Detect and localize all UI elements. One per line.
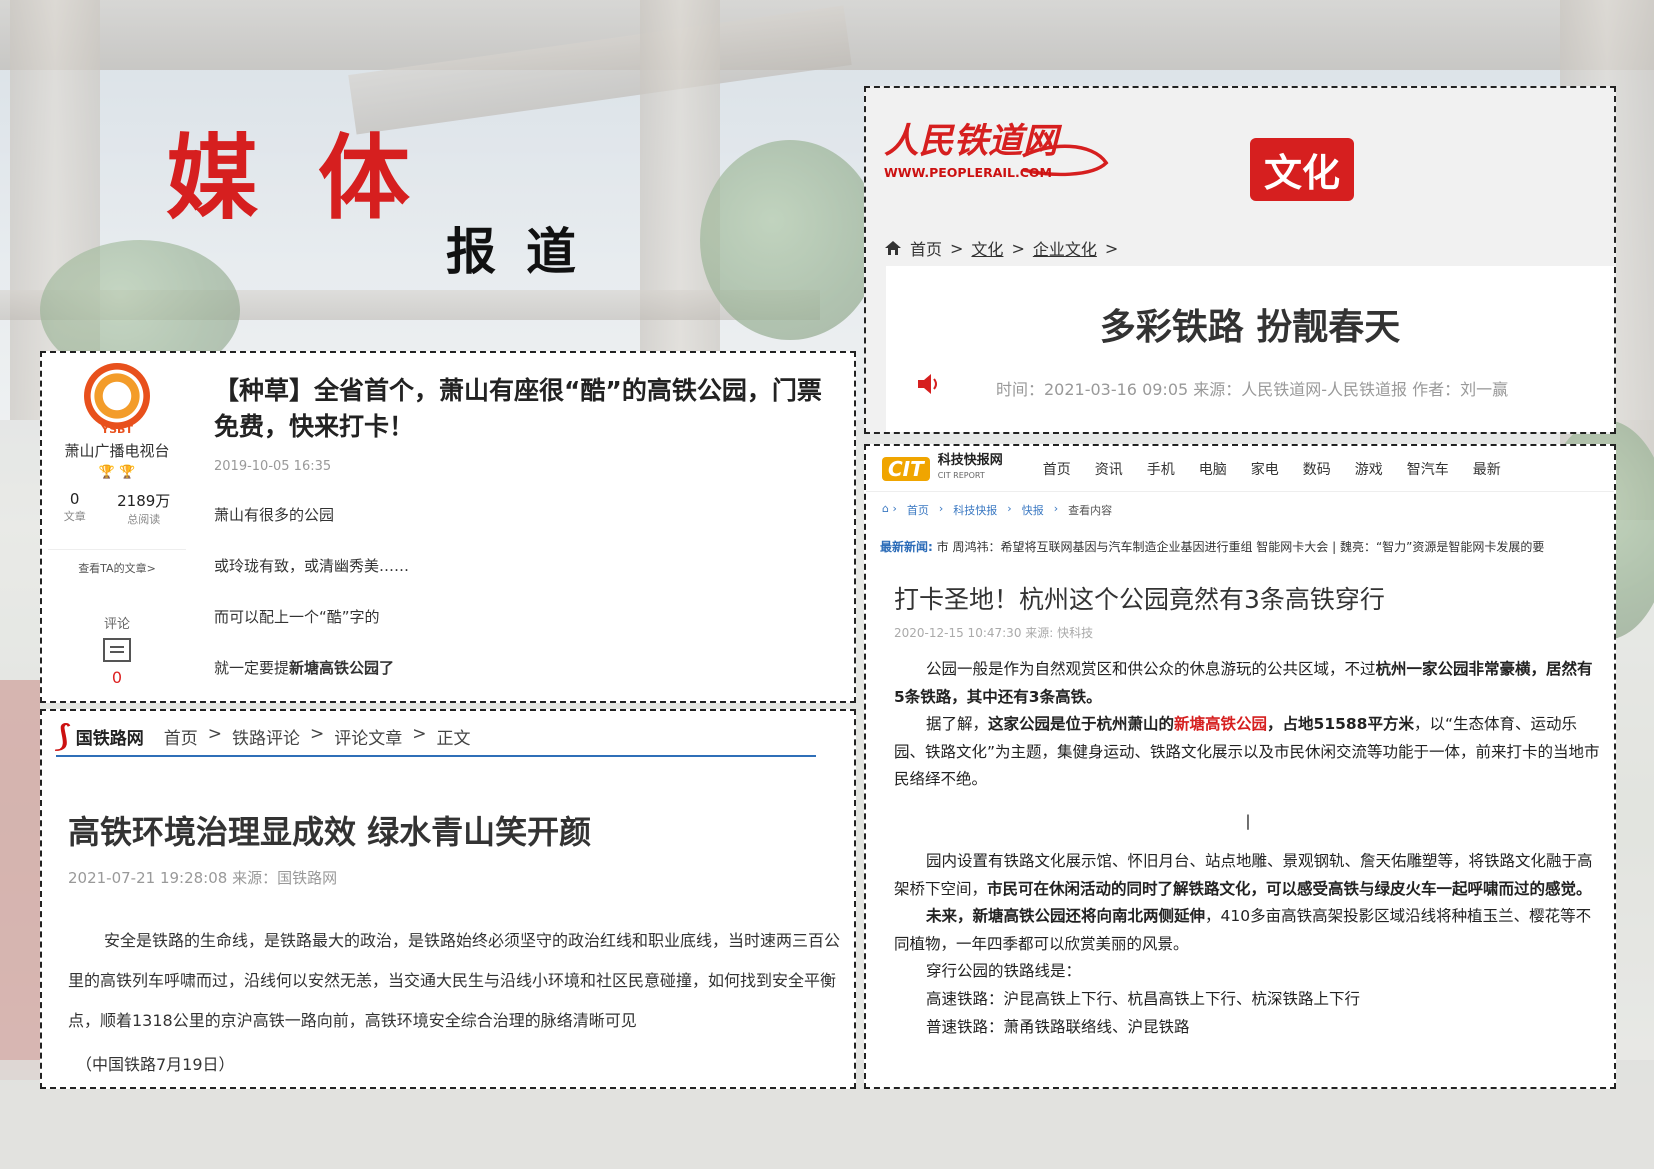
top-nav: CIT 科技快报网 CIT REPORT 首页 资讯 手机 电脑 家电 数码 游戏…	[866, 446, 1614, 492]
clipping-guotielu: ⟆ 国铁路网 首页 > 铁路评论 > 评论文章 > 正文 高铁环境治理显成效 绿…	[40, 709, 856, 1089]
article-paragraph: 公园一般是作为自然观赏区和供公众的休息游玩的公共区域，不过杭州一家公园非常豪横，…	[894, 660, 1593, 706]
article-meta: 2020-12-15 10:47:30 来源: 快科技	[894, 626, 1094, 640]
news-ticker[interactable]: 最新新闻: 市 周鸿祎：希望将互联网基因与汽车制造企业基因进行重组 智能网卡大会…	[880, 538, 1544, 555]
nav-item-appliance[interactable]: 家电	[1251, 459, 1279, 479]
peoplerail-logo[interactable]: 人民铁道网 WWW.PEOPLERAIL.COM	[884, 104, 1134, 194]
article-body: 公园一般是作为自然观赏区和供公众的休息游玩的公共区域，不过杭州一家公园非常豪横，…	[894, 656, 1602, 1041]
station-logo	[84, 363, 150, 429]
heading-media: 媒体	[166, 125, 471, 232]
clipping-cit: CIT 科技快报网 CIT REPORT 首页 资讯 手机 电脑 家电 数码 游戏…	[864, 444, 1616, 1089]
stat-articles-value: 0	[69, 490, 80, 508]
home-icon[interactable]	[884, 240, 902, 256]
article-paragraph: 未来，新塘高铁公园还将向南北两侧延伸，410多亩高铁高架投影区域沿线将种植玉兰、…	[894, 907, 1592, 953]
article-paragraph: 萧山有很多的公园	[214, 506, 335, 524]
nav-item-pc[interactable]: 电脑	[1199, 459, 1227, 479]
crumb-home[interactable]: 首页	[910, 236, 942, 260]
guotielu-logo[interactable]: ⟆ 国铁路网	[56, 719, 144, 754]
article-body: 安全是铁路的生命线，是铁路最大的政治，是铁路始终必须坚守的政治红线和职业底线，当…	[68, 931, 841, 1030]
news-ticker-text[interactable]: 市 周鸿祎：希望将互联网基因与汽车制造企业基因进行重组 智能网卡大会 | 魏亮：…	[937, 540, 1545, 554]
crumb-cit[interactable]: 科技快报	[953, 502, 997, 518]
article-main: 【种草】全省首个，萧山有座很“酷”的高铁公园，门票免费，快来打卡！ 2019-1…	[214, 373, 844, 678]
peoplerail-logo-url: WWW.PEOPLERAIL.COM	[884, 165, 1052, 180]
nav-item-phone[interactable]: 手机	[1147, 459, 1175, 479]
stat-reads-value: 2189万	[117, 492, 171, 510]
comment-label: 评论	[103, 617, 130, 632]
article-body: 多彩铁路 扮靓春天 时间：2021-03-16 09:05 来源：人民铁道网-人…	[886, 266, 1614, 432]
park-name: 新塘高铁公园了	[289, 659, 395, 677]
nav-menu: 首页 资讯 手机 电脑 家电 数码 游戏 智汽车 最新	[1043, 459, 1501, 479]
article-paragraph: 穿行公园的铁路线是：	[926, 962, 1082, 981]
crumb-view: 查看内容	[1068, 504, 1113, 517]
crumb-home[interactable]: 首页	[907, 502, 929, 518]
rail-logo-icon: ⟆	[56, 718, 70, 754]
breadcrumb: 首页 > 文化 > 企业文化 >	[884, 236, 1118, 260]
article-paragraph: 普速铁路：萧甬铁路联络线、沪昆铁路	[926, 1017, 1190, 1036]
account-card: YSBT 萧山广播电视台 🏆 🏆 0 文章 2189万 总阅读 查看TA的文章>	[48, 359, 186, 609]
nav-item-smart-car[interactable]: 智汽车	[1407, 459, 1449, 479]
medal-icons: 🏆 🏆	[98, 465, 136, 480]
crumb-corp-culture[interactable]: 企业文化	[1033, 236, 1097, 260]
article-date: 2019-10-05 16:35	[214, 459, 332, 474]
crumb-rail-comment[interactable]: 铁路评论	[232, 724, 300, 749]
crumb-home[interactable]: 首页	[164, 724, 198, 749]
article-paragraph: 或玲珑有致，或清幽秀美……	[214, 557, 410, 575]
breadcrumb: 首页 > 铁路评论 > 评论文章 > 正文	[163, 723, 471, 749]
article-meta: 2021-07-21 19:28:08 来源：国铁路网	[68, 869, 338, 887]
home-icon[interactable]: ⌂ ›	[882, 502, 897, 518]
stat-reads-label: 总阅读	[127, 513, 161, 526]
section-badge-culture[interactable]: 文化	[1250, 138, 1355, 201]
article-paragraph: 而可以配上一个“酷”字的	[214, 608, 380, 626]
article-paragraph: 高速铁路：沪昆高铁上下行、杭昌高铁上下行、杭深铁路上下行	[926, 989, 1361, 1008]
cit-logo-name: 科技快报网	[937, 453, 1003, 468]
crumb-flash[interactable]: 快报	[1022, 502, 1044, 518]
clipping-xiaoshan: YSBT 萧山广播电视台 🏆 🏆 0 文章 2189万 总阅读 查看TA的文章> 评…	[40, 351, 856, 703]
account-name[interactable]: 萧山广播电视台	[48, 440, 186, 461]
article-title: 多彩铁路 扮靓春天	[1099, 307, 1401, 348]
article-paragraph: 据了解，这家公园是位于杭州萧山的新塘高铁公园，占地51588平方米，以“生态体育…	[894, 715, 1600, 789]
crumb-comment-article[interactable]: 评论文章	[334, 724, 402, 749]
nav-item-home[interactable]: 首页	[1043, 459, 1071, 479]
text-cursor: |	[1245, 811, 1251, 830]
comment-count: 0	[111, 668, 123, 687]
comment-icon[interactable]	[103, 638, 131, 662]
nav-item-games[interactable]: 游戏	[1355, 459, 1383, 479]
site-header: ⟆ 国铁路网 首页 > 铁路评论 > 评论文章 > 正文	[56, 717, 816, 757]
breadcrumb: ⌂ › 首页 › 科技快报 › 快报 › 查看内容	[882, 502, 1113, 518]
stat-articles-label: 文章	[63, 510, 86, 523]
article-source: （中国铁路7月19日）	[76, 1055, 235, 1074]
crumb-main-text: 正文	[436, 728, 471, 749]
cit-logo-en: CIT REPORT	[937, 471, 985, 480]
news-ticker-label: 最新新闻:	[880, 540, 933, 554]
article-paragraph: 园内设置有铁路文化展示馆、怀旧月台、站点地雕、景观钢轨、詹天佑雕塑等，将铁路文化…	[894, 851, 1593, 898]
view-articles-link[interactable]: 查看TA的文章>	[48, 549, 186, 576]
nav-item-digital[interactable]: 数码	[1303, 459, 1331, 479]
clipping-peoplerail: 人民铁道网 WWW.PEOPLERAIL.COM 文化 首页 > 文化 > 企业…	[864, 86, 1616, 434]
cit-logo-mark: CIT	[882, 456, 930, 481]
cit-logo[interactable]: CIT 科技快报网 CIT REPORT	[882, 453, 1003, 482]
article-paragraph: 就一定要提新塘高铁公园了	[214, 659, 395, 677]
crumb-culture[interactable]: 文化	[971, 236, 1003, 260]
comment-box[interactable]: 评论 0	[48, 613, 186, 687]
heading-report: 报道	[446, 223, 606, 281]
account-stats: 0 文章 2189万总阅读	[48, 490, 186, 527]
article-title: 打卡圣地！杭州这个公园竟然有3条高铁穿行	[894, 585, 1385, 614]
park-name-highlight: 新塘高铁公园	[1174, 715, 1268, 734]
peoplerail-logo-cn: 人民铁道网	[884, 120, 1063, 161]
nav-item-news[interactable]: 资讯	[1095, 459, 1123, 479]
speaker-icon[interactable]	[916, 372, 942, 396]
article-meta: 时间：2021-03-16 09:05 来源：人民铁道网-人民铁道报 作者：刘一…	[996, 380, 1509, 399]
article-title: 高铁环境治理显成效 绿水青山笑开颜	[68, 813, 592, 851]
guotielu-logo-text: 国铁路网	[75, 728, 144, 749]
nav-item-latest[interactable]: 最新	[1473, 459, 1501, 479]
article-title[interactable]: 【种草】全省首个，萧山有座很“酷”的高铁公园，门票免费，快来打卡！	[214, 373, 844, 445]
